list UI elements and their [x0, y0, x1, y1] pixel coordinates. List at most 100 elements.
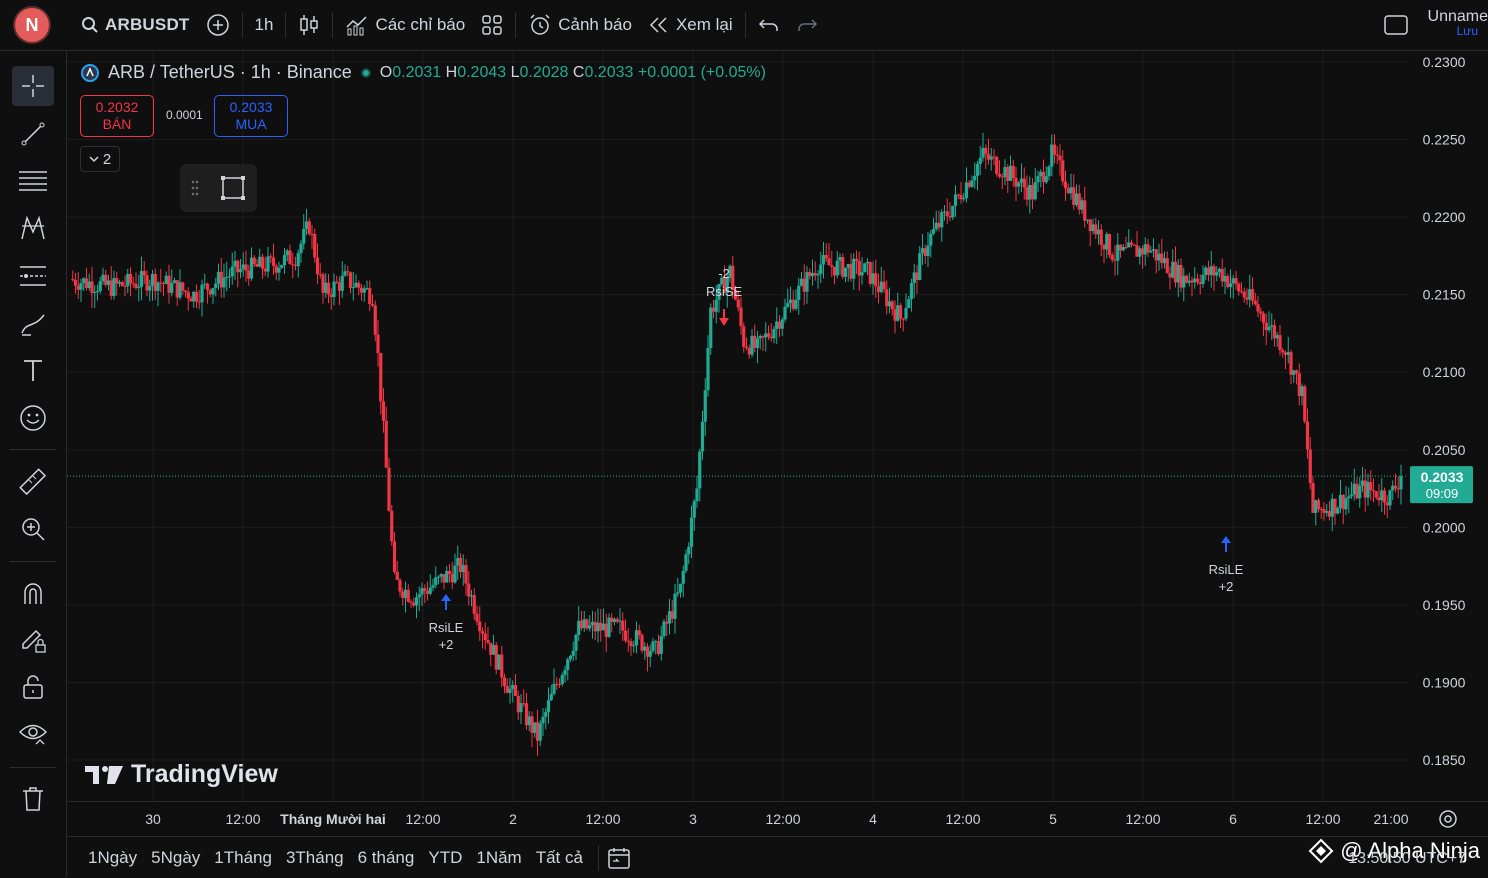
candle [365, 280, 369, 290]
range-button[interactable]: 1Tháng [207, 848, 279, 868]
candle [538, 720, 542, 747]
replay-button[interactable]: Xem lại [640, 7, 741, 43]
candle [1094, 217, 1098, 239]
layout-name[interactable]: Unname Lưu [1428, 8, 1488, 38]
candle [810, 259, 815, 286]
candle [923, 244, 927, 264]
undo-button[interactable] [750, 7, 788, 43]
time-tick-label: 6 [1229, 811, 1237, 827]
candle [150, 269, 155, 301]
window-icon [1384, 15, 1408, 35]
compare-button[interactable] [198, 7, 238, 43]
range-button[interactable]: 5Ngày [144, 848, 207, 868]
range-button[interactable]: 3Tháng [279, 848, 351, 868]
candle [1261, 311, 1266, 337]
candle [249, 247, 254, 281]
candle [571, 641, 575, 661]
remove-drawings-tool[interactable] [12, 779, 54, 819]
sell-label: BÁN [102, 116, 132, 132]
redo-button[interactable] [788, 7, 826, 43]
tradingview-logo-text: TradingView [131, 760, 278, 788]
range-button[interactable]: 1Năm [469, 848, 528, 868]
candle [634, 621, 639, 654]
user-avatar[interactable]: N [15, 8, 49, 42]
fib-tool[interactable] [12, 161, 54, 201]
symbol-search-button[interactable]: ARBUSDT [73, 7, 198, 43]
candle [1212, 263, 1216, 291]
go-to-date-button[interactable] [607, 846, 631, 870]
candle [1135, 231, 1139, 257]
range-button[interactable]: Tất cả [529, 848, 590, 868]
forecast-tool[interactable] [12, 256, 54, 296]
candle [439, 573, 443, 583]
candle [461, 554, 465, 586]
range-button[interactable]: 6 tháng [351, 848, 422, 868]
range-button[interactable]: YTD [421, 848, 469, 868]
candle [827, 242, 831, 266]
candle [654, 639, 658, 655]
indicators-collapse-button[interactable]: 2 [80, 146, 120, 172]
interval-button[interactable]: 1h [247, 7, 282, 43]
candle [186, 287, 190, 311]
chart-type-button[interactable] [290, 7, 328, 43]
candle [1204, 265, 1208, 281]
candle [797, 278, 801, 315]
candle [1382, 487, 1387, 515]
drag-handle-icon[interactable] [190, 179, 200, 197]
candle [783, 298, 787, 323]
candle [208, 288, 212, 298]
candle [703, 378, 707, 437]
candle [871, 261, 875, 295]
time-tick-label: 12:00 [765, 811, 800, 827]
lock-all-tool[interactable] [12, 667, 54, 707]
brush-tool[interactable] [12, 304, 54, 344]
candle [192, 290, 196, 308]
buy-button[interactable]: 0.2033 MUA [214, 95, 288, 137]
text-tool[interactable] [12, 351, 54, 391]
save-label[interactable]: Lưu [1428, 24, 1478, 38]
signal-quantity: +2 [439, 637, 454, 652]
alert-button[interactable]: Cảnh báo [520, 7, 640, 43]
candle [684, 549, 688, 574]
candle [456, 545, 460, 581]
lock-drawing-tool[interactable] [12, 620, 54, 660]
fullscreen-button[interactable] [1384, 14, 1408, 41]
alert-label: Cảnh báo [558, 15, 632, 34]
candle [1391, 480, 1395, 501]
zoom-tool[interactable] [12, 509, 54, 549]
indicators-button[interactable]: Các chỉ báo [337, 7, 473, 43]
price-axis[interactable]: 0.2300 0.2250 0.2200 0.2150 0.2100 0.2050 0.20… [1408, 51, 1488, 801]
candle [1352, 468, 1356, 501]
price-chart[interactable]: RsiLE +2 -2 RsiSE RsiLE +2 [67, 51, 1408, 801]
time-axis[interactable]: 30 12:00 Tháng Mười hai 12:00 2 12:00 3 12:00 4 1… [67, 801, 1488, 836]
measure-tool[interactable] [12, 462, 54, 502]
visibility-tool[interactable] [12, 714, 54, 754]
candle [134, 272, 138, 291]
candle [1008, 155, 1013, 181]
time-tick-label: 12:00 [585, 811, 620, 827]
candle [830, 250, 834, 277]
range-button[interactable]: 1Ngày [81, 848, 144, 868]
toolbar-divider [515, 12, 517, 38]
candle [73, 273, 78, 294]
settings-icon[interactable] [1439, 810, 1457, 828]
candle [271, 243, 276, 275]
candle [445, 565, 449, 583]
candle [293, 256, 298, 271]
pattern-tool[interactable] [12, 208, 54, 248]
emoji-tool[interactable] [12, 398, 54, 438]
templates-button[interactable] [473, 7, 511, 43]
candle [205, 282, 210, 304]
trend-line-tool[interactable] [12, 114, 54, 154]
legend-title[interactable]: ARB / TetherUS · 1h · Binance [108, 62, 352, 83]
sell-button[interactable]: 0.2032 BÁN [80, 95, 154, 137]
candle [425, 581, 430, 601]
rewind-icon [649, 17, 667, 33]
candle [755, 330, 760, 364]
tradingview-logo[interactable]: TradingView [85, 760, 278, 789]
candle [1215, 266, 1219, 282]
crosshair-tool[interactable] [12, 66, 54, 106]
magnet-tool[interactable] [12, 573, 54, 613]
select-rectangle-icon[interactable] [219, 174, 247, 202]
candle [709, 303, 713, 355]
